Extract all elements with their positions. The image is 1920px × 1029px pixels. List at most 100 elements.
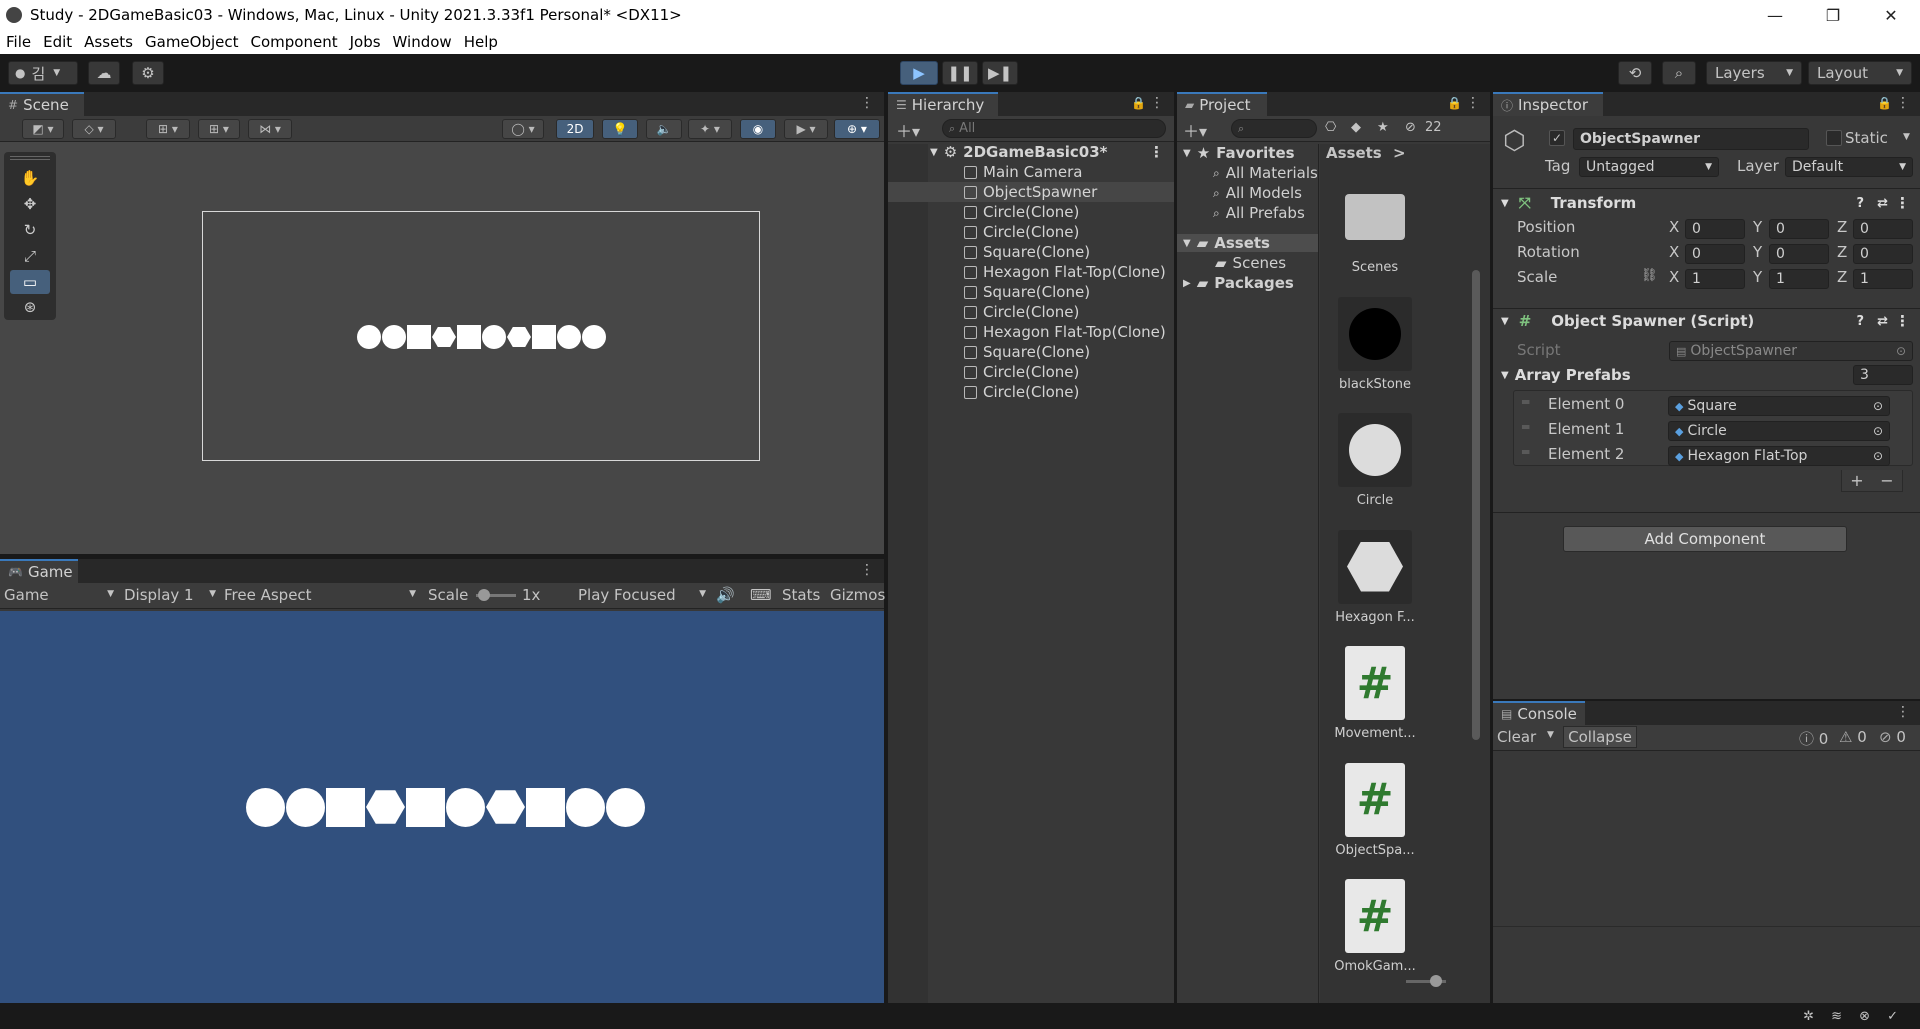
active-checkbox[interactable]: ✓ (1549, 130, 1565, 146)
help-icon[interactable]: ? (1856, 314, 1864, 329)
preset-icon[interactable]: ⇄ (1877, 314, 1888, 329)
lock-icon[interactable]: 🔒 (1447, 96, 1462, 110)
breadcrumb-assets[interactable]: Assets (1326, 144, 1382, 162)
debug-icon[interactable]: ✲ (1803, 1009, 1814, 1024)
collapse-toggle[interactable]: Collapse (1563, 726, 1637, 748)
audio-toggle[interactable]: 🔈 (646, 119, 682, 139)
menu-component[interactable]: Component (245, 33, 344, 51)
asset-item[interactable]: Hexagon F... (1320, 529, 1430, 625)
account-dropdown[interactable]: ● 김 ▼ (8, 61, 78, 85)
scale-y-field[interactable]: 1 (1769, 269, 1829, 289)
remove-element-button[interactable]: − (1880, 471, 1893, 490)
game-menu-icon[interactable]: ⋮ (860, 562, 874, 578)
lighting-toggle[interactable]: 💡 (602, 119, 638, 139)
cache-icon[interactable]: ≋ (1831, 1009, 1842, 1024)
scenes-folder[interactable]: ▰ Scenes (1215, 254, 1286, 272)
progress-check-icon[interactable]: ✓ (1887, 1009, 1898, 1024)
log-filter[interactable]: ⓘ 0 (1799, 728, 1828, 749)
palette-grip[interactable] (10, 156, 50, 160)
rotation-x-field[interactable]: 0 (1685, 244, 1745, 264)
scene-menu-icon[interactable]: ⋮ (860, 95, 874, 111)
inspector-menu-icon[interactable]: ⋮ (1896, 95, 1910, 111)
assets-folder[interactable]: ▼ ▰ Assets (1177, 234, 1318, 252)
step-button[interactable]: ▶❚ (982, 61, 1018, 85)
favorite-item[interactable]: ⌕ All Prefabs (1213, 204, 1305, 222)
tag-dropdown[interactable]: Untagged ▼ (1579, 157, 1719, 177)
icon-size-slider[interactable] (1406, 975, 1446, 987)
element-object-field[interactable]: ◆ Circle ⊙ (1668, 421, 1890, 441)
layers-dropdown[interactable]: Layers ▼ (1706, 61, 1802, 85)
asset-item[interactable]: # OmokGam... (1320, 879, 1430, 974)
menu-edit[interactable]: Edit (37, 33, 78, 51)
component-menu-icon[interactable]: ⋮ (1895, 312, 1910, 330)
project-scrollbar[interactable] (1472, 264, 1480, 984)
minimize-button[interactable]: — (1746, 0, 1804, 30)
transform-tool-icon[interactable]: ⊛ (10, 296, 50, 318)
hierarchy-item[interactable]: Circle(Clone) (888, 302, 1174, 322)
orientation-dropdown[interactable]: ◯ ▾ (502, 119, 544, 139)
pause-button[interactable]: ❚❚ (942, 61, 978, 85)
stats-button[interactable]: Stats (782, 586, 820, 604)
hierarchy-item[interactable]: Circle(Clone) (888, 202, 1174, 222)
error-filter[interactable]: ⊘ 0 (1879, 728, 1906, 746)
asset-item[interactable]: blackStone (1320, 296, 1430, 392)
gizmos-button[interactable]: Gizmos (830, 586, 885, 604)
play-button[interactable]: ▶ (900, 61, 938, 85)
cloud-button[interactable]: ☁ (88, 61, 120, 85)
menu-window[interactable]: Window (387, 33, 458, 51)
effects-dropdown[interactable]: ✦ ▾ (688, 119, 732, 139)
hierarchy-item[interactable]: Circle(Clone) (888, 382, 1174, 402)
gizmos-dropdown[interactable]: ⊕ ▾ (834, 119, 880, 139)
menu-help[interactable]: Help (458, 33, 504, 51)
reorder-handle-icon[interactable]: ═ (1522, 420, 1529, 434)
hierarchy-item[interactable]: Circle(Clone) (888, 362, 1174, 382)
search-by-label-icon[interactable]: ◆ (1351, 120, 1361, 135)
visibility-toggle[interactable]: ◉ (740, 119, 776, 139)
object-picker-icon[interactable]: ⊙ (1873, 424, 1883, 438)
hierarchy-item[interactable]: Hexagon Flat-Top(Clone) (888, 322, 1174, 342)
hierarchy-item[interactable]: Hexagon Flat-Top(Clone) (888, 262, 1174, 282)
rotation-y-field[interactable]: 0 (1769, 244, 1829, 264)
hierarchy-item[interactable]: Circle(Clone) (888, 222, 1174, 242)
game-view[interactable] (0, 611, 884, 1003)
tab-inspector[interactable]: ⓘ Inspector (1493, 92, 1603, 116)
layout-dropdown[interactable]: Layout ▼ (1808, 61, 1912, 85)
asset-item[interactable]: Scenes (1320, 180, 1430, 275)
tab-console[interactable]: ▤ Console (1493, 701, 1585, 725)
hierarchy-item[interactable]: ObjectSpawner (888, 182, 1174, 202)
search-button[interactable]: ⌕ (1662, 61, 1696, 85)
console-menu-icon[interactable]: ⋮ (1896, 704, 1910, 720)
maximize-button[interactable]: ❐ (1804, 0, 1862, 30)
scene-menu-icon[interactable]: ⋮ (1149, 143, 1164, 161)
hierarchy-menu-icon[interactable]: ⋮ (1150, 95, 1164, 111)
aspect-dropdown[interactable]: Free Aspect ▼ (224, 586, 416, 604)
asset-item[interactable]: # Movement... (1320, 646, 1430, 741)
reorder-handle-icon[interactable]: ═ (1522, 395, 1529, 409)
icon-size-slider-thumb[interactable] (1430, 975, 1442, 987)
favorite-item[interactable]: ⌕ All Materials (1213, 164, 1318, 182)
object-name-field[interactable]: ObjectSpawner (1573, 128, 1809, 150)
hierarchy-item[interactable]: Square(Clone) (888, 242, 1174, 262)
rect-tool-icon[interactable]: ▭ (10, 270, 50, 294)
scale-tool-icon[interactable]: ⤢ (10, 244, 50, 268)
close-button[interactable]: ✕ (1862, 0, 1920, 30)
draw-mode-dropdown[interactable]: ◩ ▾ (22, 119, 64, 139)
tab-game[interactable]: 🎮 Game (0, 559, 78, 583)
project-search-input[interactable]: ⌕ (1231, 119, 1317, 138)
play-mode-dropdown[interactable]: Play Focused ▼ (578, 586, 706, 604)
project-menu-icon[interactable]: ⋮ (1466, 95, 1480, 111)
position-z-field[interactable]: 0 (1853, 219, 1913, 239)
clear-button[interactable]: Clear (1497, 728, 1536, 746)
chevron-down-icon[interactable]: ▼ (1903, 132, 1910, 142)
render-mode-dropdown[interactable]: ◇ ▾ (72, 119, 116, 139)
asset-item[interactable]: Circle (1320, 413, 1430, 508)
game-view-dropdown[interactable]: Game ▼ (4, 586, 114, 604)
lock-icon[interactable]: 🔒 (1877, 96, 1892, 110)
display-dropdown[interactable]: Display 1 ▼ (124, 586, 216, 604)
favorite-star-icon[interactable]: ★ (1377, 120, 1389, 135)
static-checkbox[interactable] (1826, 130, 1842, 146)
scene-root-row[interactable]: ▼ ⚙ 2DGameBasic03* ⋮ (888, 142, 1174, 162)
hidden-packages-icon[interactable]: ⊘ (1405, 120, 1416, 135)
scale-x-field[interactable]: 1 (1685, 269, 1745, 289)
camera-dropdown[interactable]: ▶ ▾ (784, 119, 828, 139)
